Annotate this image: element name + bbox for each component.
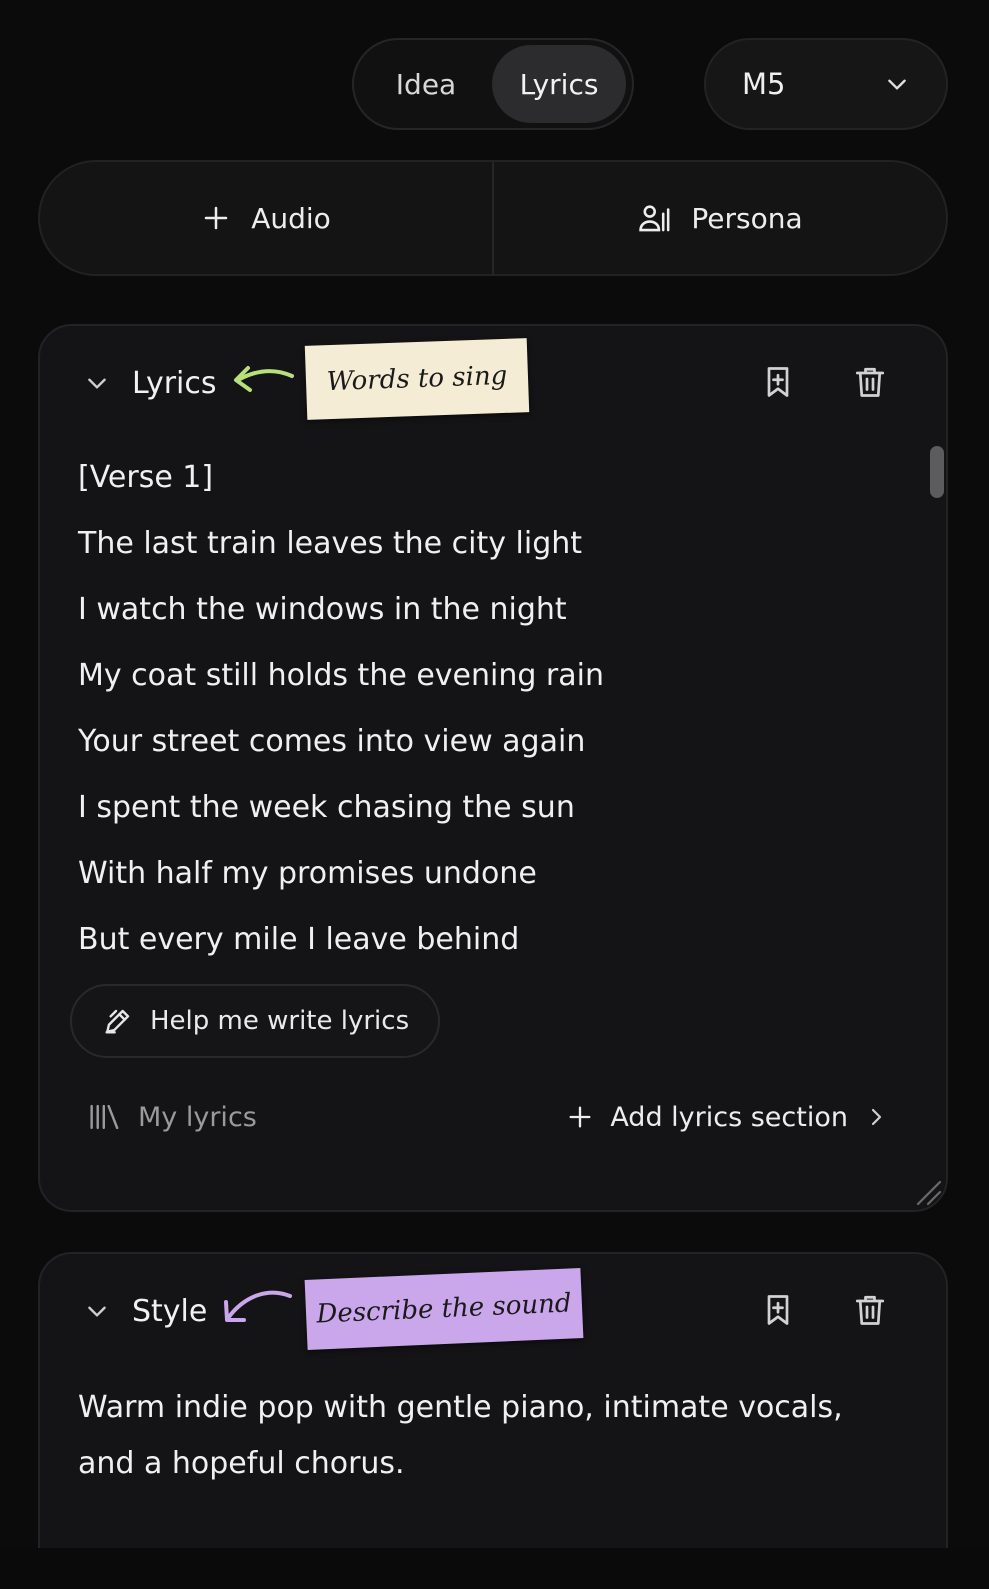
add-audio-button[interactable]: Audio [40, 162, 492, 274]
persona-button[interactable]: Persona [492, 162, 946, 274]
lyric-line: I watch the windows in the night [78, 592, 567, 627]
add-inputs-row: Audio Persona [38, 160, 948, 276]
lyric-line: But every mile I leave behind [78, 922, 520, 957]
style-card-header: Style Describe the sound [40, 1254, 946, 1370]
lyric-line: With half my promises undone [78, 856, 537, 891]
lyrics-card-header: Lyrics Words to sing [40, 326, 946, 442]
model-select-value: M5 [742, 67, 786, 101]
trash-icon[interactable] [852, 364, 888, 400]
style-card: Style Describe the sound Warm indie pop … [38, 1252, 948, 1589]
collapse-chevron-icon[interactable] [84, 370, 110, 396]
lyrics-hint-note: Words to sing [304, 338, 530, 420]
lyric-line: My coat still holds the evening rain [78, 658, 604, 693]
plus-icon [569, 1106, 591, 1128]
lyric-line: The last train leaves the city light [78, 526, 583, 561]
save-bookmark-icon[interactable] [760, 364, 796, 400]
my-lyrics-button[interactable]: My lyrics [88, 1102, 257, 1133]
bottom-edge [0, 1548, 989, 1589]
my-lyrics-label: My lyrics [138, 1101, 257, 1133]
lyric-line: [Verse 1] [78, 460, 214, 495]
trash-icon[interactable] [852, 1292, 888, 1328]
add-audio-label: Audio [251, 201, 331, 235]
chevron-right-icon [871, 1108, 882, 1126]
persona-label: Persona [691, 201, 803, 235]
library-icon [90, 1104, 119, 1130]
mode-lyrics-tab[interactable]: Lyrics [492, 45, 626, 123]
page: Idea Lyrics M5 Audio Persona Lyrics Word… [0, 0, 989, 1589]
mode-idea-tab[interactable]: Idea [360, 45, 492, 123]
add-lyrics-section-button[interactable]: Add lyrics section [566, 1102, 888, 1133]
model-select[interactable]: M5 [704, 38, 948, 130]
help-write-lyrics-button[interactable]: Help me write lyrics [70, 984, 440, 1058]
collapse-chevron-icon[interactable] [84, 1298, 110, 1324]
lyric-line: I spent the week chasing the sun [78, 790, 575, 825]
persona-icon [639, 205, 670, 232]
lyrics-scrollbar[interactable] [930, 446, 944, 498]
style-hint-note: Describe the sound [304, 1268, 584, 1350]
arrow-icon [224, 1290, 292, 1322]
help-write-lyrics-label: Help me write lyrics [150, 1006, 410, 1036]
lyrics-card: Lyrics Words to sing [Verse 1] The last … [38, 324, 948, 1212]
lyrics-card-title: Lyrics [132, 366, 217, 401]
lyrics-footer: My lyrics Add lyrics section [88, 1092, 888, 1142]
chevron-down-icon [888, 79, 906, 90]
save-bookmark-icon[interactable] [760, 1292, 796, 1328]
lyrics-textarea[interactable]: [Verse 1] The last train leaves the city… [78, 456, 898, 984]
mode-toggle: Idea Lyrics [352, 38, 634, 130]
add-lyrics-section-label: Add lyrics section [610, 1101, 848, 1133]
pen-icon [105, 1009, 130, 1034]
resize-handle-icon[interactable] [904, 1168, 944, 1208]
arrow-icon [234, 366, 294, 392]
lyric-line: Your street comes into view again [78, 724, 586, 759]
style-card-title: Style [132, 1294, 208, 1329]
style-textarea[interactable]: Warm indie pop with gentle piano, intima… [78, 1380, 908, 1492]
plus-icon [204, 206, 228, 230]
